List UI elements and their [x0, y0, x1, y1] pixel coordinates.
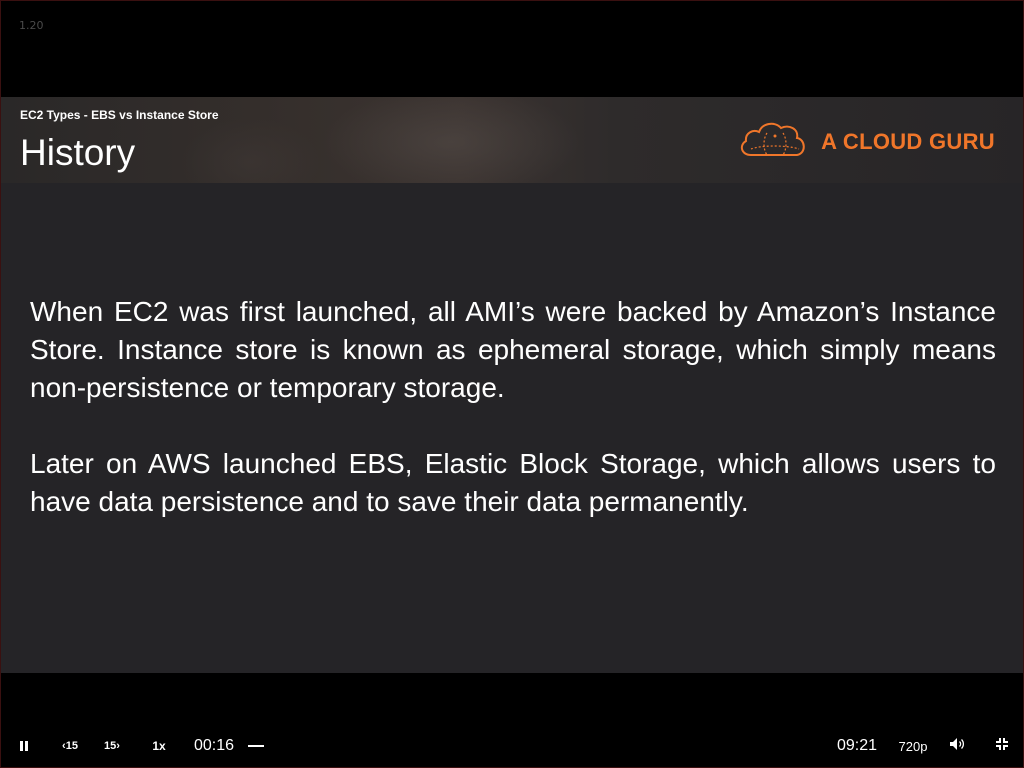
- total-time: 09:21: [837, 737, 878, 754]
- slide-paragraph-1: When EC2 was first launched, all AMI’s w…: [30, 296, 996, 403]
- playback-speed-button[interactable]: 1x: [147, 729, 171, 763]
- corner-label: 1.20: [19, 19, 44, 32]
- forward-label: 15: [104, 740, 117, 752]
- current-time: 00:16: [194, 737, 235, 754]
- slide-frame: EC2 Types - EBS vs Instance Store Histor…: [1, 97, 1023, 673]
- volume-button[interactable]: [945, 729, 969, 763]
- control-bar: ‹ 15 15 › 1x 00:16 09:21 720p: [1, 729, 1023, 763]
- video-player[interactable]: 1.20 EC2 Types - EBS vs Instance Store H…: [0, 0, 1024, 768]
- rewind-15-button[interactable]: ‹ 15: [57, 729, 83, 763]
- quality-button[interactable]: 720p: [896, 729, 930, 763]
- volume-icon: [949, 737, 965, 756]
- slide-title: History: [20, 132, 136, 173]
- cloud-logo-icon: [737, 119, 811, 165]
- pause-button[interactable]: [13, 729, 35, 763]
- slide-subtitle: EC2 Types - EBS vs Instance Store: [20, 108, 219, 122]
- progress-bar[interactable]: [248, 745, 264, 747]
- slide-paragraph-2: Later on AWS launched EBS, Elastic Block…: [30, 448, 996, 517]
- forward-15-button[interactable]: 15 ›: [99, 729, 125, 763]
- slide-header: EC2 Types - EBS vs Instance Store Histor…: [1, 97, 1023, 183]
- rewind-label: 15: [65, 740, 78, 752]
- slide-body: When EC2 was first launched, all AMI’s w…: [30, 293, 996, 559]
- logo-text: A CLOUD GURU: [821, 129, 995, 154]
- exit-fullscreen-icon: [995, 737, 1009, 756]
- brand-logo: A CLOUD GURU: [737, 119, 995, 165]
- exit-fullscreen-button[interactable]: [991, 729, 1013, 763]
- chevron-right-icon: ›: [116, 740, 120, 752]
